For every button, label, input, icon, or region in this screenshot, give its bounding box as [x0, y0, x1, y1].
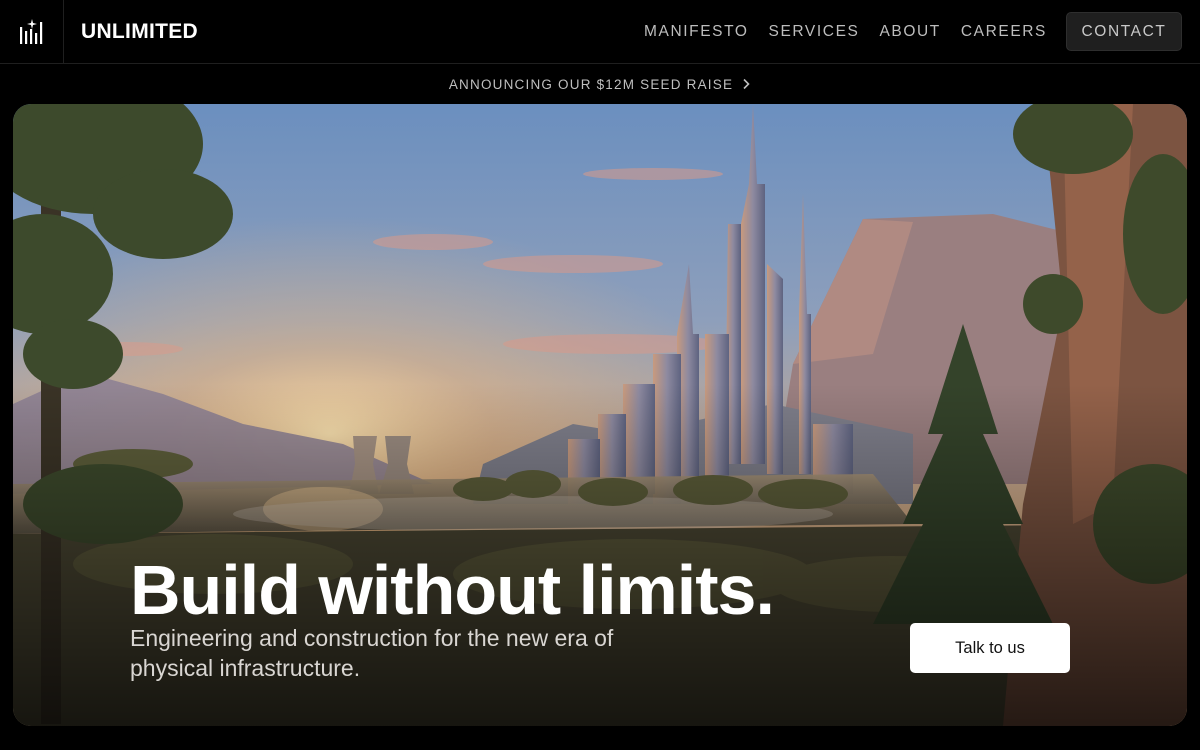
announcement-link[interactable]: ANNOUNCING OUR $12M SEED RAISE — [0, 64, 1200, 104]
chevron-right-icon — [743, 78, 750, 90]
nav-links: MANIFESTO SERVICES ABOUT CAREERS — [644, 0, 1047, 64]
nav-link-services[interactable]: SERVICES — [769, 23, 860, 41]
top-nav: UNLIMITED MANIFESTO SERVICES ABOUT CAREE… — [0, 0, 1200, 64]
nav-link-careers[interactable]: CAREERS — [961, 23, 1047, 41]
announcement-text: ANNOUNCING OUR $12M SEED RAISE — [448, 76, 734, 92]
hero-title: Build without limits. — [130, 551, 775, 629]
contact-button[interactable]: CONTACT — [1066, 12, 1182, 51]
talk-to-us-button[interactable]: Talk to us — [910, 623, 1070, 673]
brand-name[interactable]: UNLIMITED — [81, 20, 198, 44]
nav-link-about[interactable]: ABOUT — [879, 23, 940, 41]
logo[interactable] — [0, 0, 64, 64]
unlimited-bars-icon — [19, 18, 42, 44]
hero-section: Build without limits. Engineering and co… — [13, 104, 1187, 726]
nav-link-manifesto[interactable]: MANIFESTO — [644, 23, 749, 41]
hero-subtitle: Engineering and construction for the new… — [130, 625, 614, 681]
